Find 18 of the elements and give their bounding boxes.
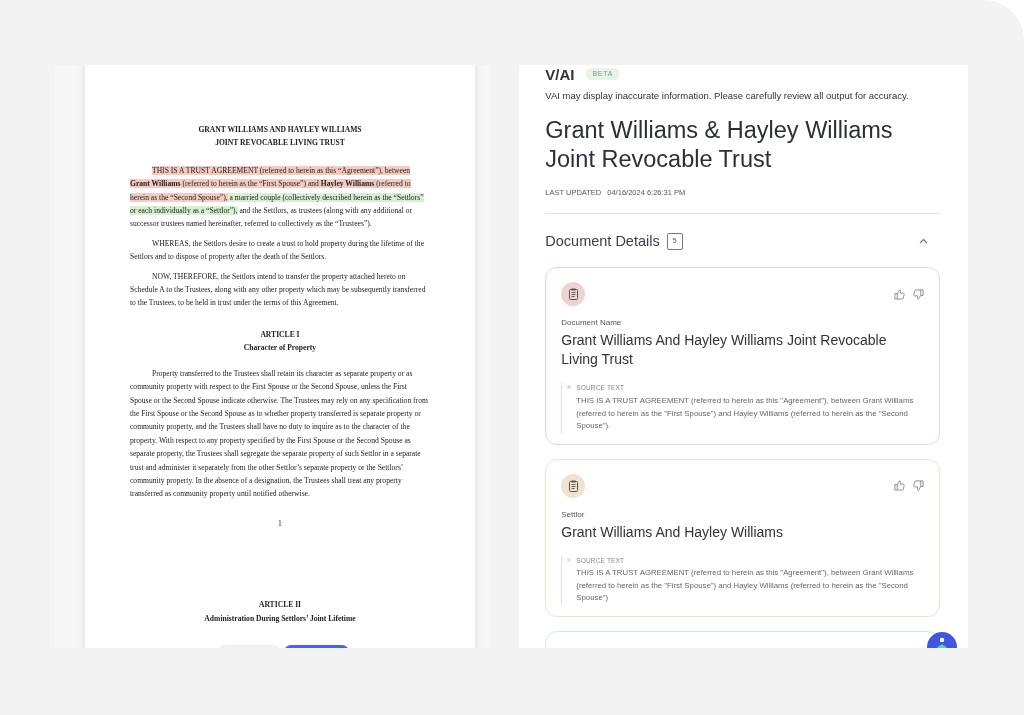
field-value: Grant Williams And Hayley Williams [561, 522, 784, 542]
bullet-icon [567, 385, 572, 390]
document-icon [561, 282, 586, 307]
chevron-icon[interactable] [919, 238, 928, 245]
thumbs-down-icon[interactable] [913, 288, 924, 300]
logo: V/AI [545, 66, 575, 82]
document-icon [561, 473, 586, 498]
field-label: Settlor [561, 508, 586, 521]
field-label: Document Name [561, 317, 623, 330]
disclaimer-text: VAI may display inaccurate information. Please carefully review all output for accuracy. [545, 89, 910, 103]
person-icon [936, 637, 948, 648]
thumbs-down-icon[interactable] [913, 480, 924, 491]
section-title: Document Details [545, 231, 660, 251]
page-title: Grant Williams & Hayley Williams Joint Revocable Trust [545, 116, 894, 175]
thumbs-up-icon[interactable] [894, 480, 905, 491]
field-value: Grant Williams And Hayley Williams Joint Revocable Living Trust [561, 331, 888, 370]
thumbs-up-icon[interactable] [894, 288, 905, 300]
bullet-icon [567, 557, 572, 562]
